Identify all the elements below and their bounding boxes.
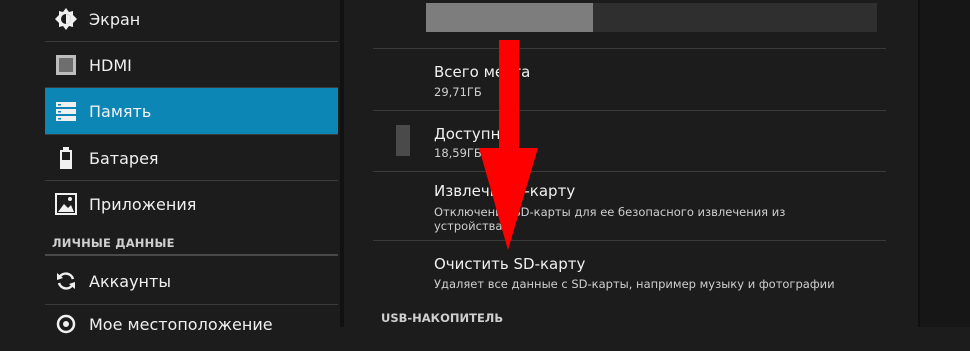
category-divider [45,254,338,256]
available-space-value: 18,59ГБ [434,146,482,160]
erase-sd-title: Очистить SD-карту [434,255,586,273]
sidebar-item-apps[interactable]: Приложения [45,181,338,227]
brightness-icon [55,8,77,30]
sidebar-item-label: Приложения [89,194,197,214]
hdmi-icon [56,55,76,75]
right-edge-area [918,0,970,327]
sidebar-item-hdmi[interactable]: HDMI [45,42,338,88]
category-header-personal: ЛИЧНЫЕ ДАННЫЕ [52,236,175,250]
erase-sd-description: Удаляет все данные с SD-карты, например … [434,277,835,291]
settings-sidebar: Экран HDMI Память Батарея Приложения ЛИЧ… [0,0,340,334]
sidebar-item-screen[interactable]: Экран [45,0,338,42]
available-color-swatch [396,125,410,156]
right-edge-divider [918,0,920,327]
usb-storage-header: USB-НАКОПИТЕЛЬ [381,311,504,325]
storage-usage-bar [426,3,877,32]
sidebar-item-accounts[interactable]: Аккаунты [45,258,338,304]
sidebar-item-label: Экран [89,9,141,29]
sidebar-item-label: Память [89,101,152,121]
divider [373,48,886,49]
divider [373,110,886,111]
sync-icon [57,272,75,290]
unmount-sd-description-cont: устройства [434,219,503,233]
battery-icon [60,147,72,169]
unmount-sd-description: Отключение SD-карты для ее безопасного и… [434,205,786,219]
location-icon [56,314,76,334]
sidebar-item-label: Мое местоположение [89,315,273,334]
total-space-title: Всего места [434,63,531,81]
apps-icon [55,193,77,215]
sidebar-item-label: HDMI [89,55,132,75]
storage-usage-fill [426,3,593,32]
divider [373,171,886,172]
available-space-title: Доступно [434,125,510,143]
sidebar-item-memory[interactable]: Память [45,88,338,134]
sidebar-item-battery[interactable]: Батарея [45,135,338,181]
unmount-sd-title: Извлечь SD-карту [434,182,576,200]
storage-icon [56,102,76,121]
sidebar-item-label: Батарея [89,148,159,168]
total-space-value: 29,71ГБ [434,85,482,99]
divider [373,240,886,241]
sidebar-item-label: Аккаунты [89,271,171,291]
sidebar-item-location[interactable]: Мое местоположение [45,305,338,351]
